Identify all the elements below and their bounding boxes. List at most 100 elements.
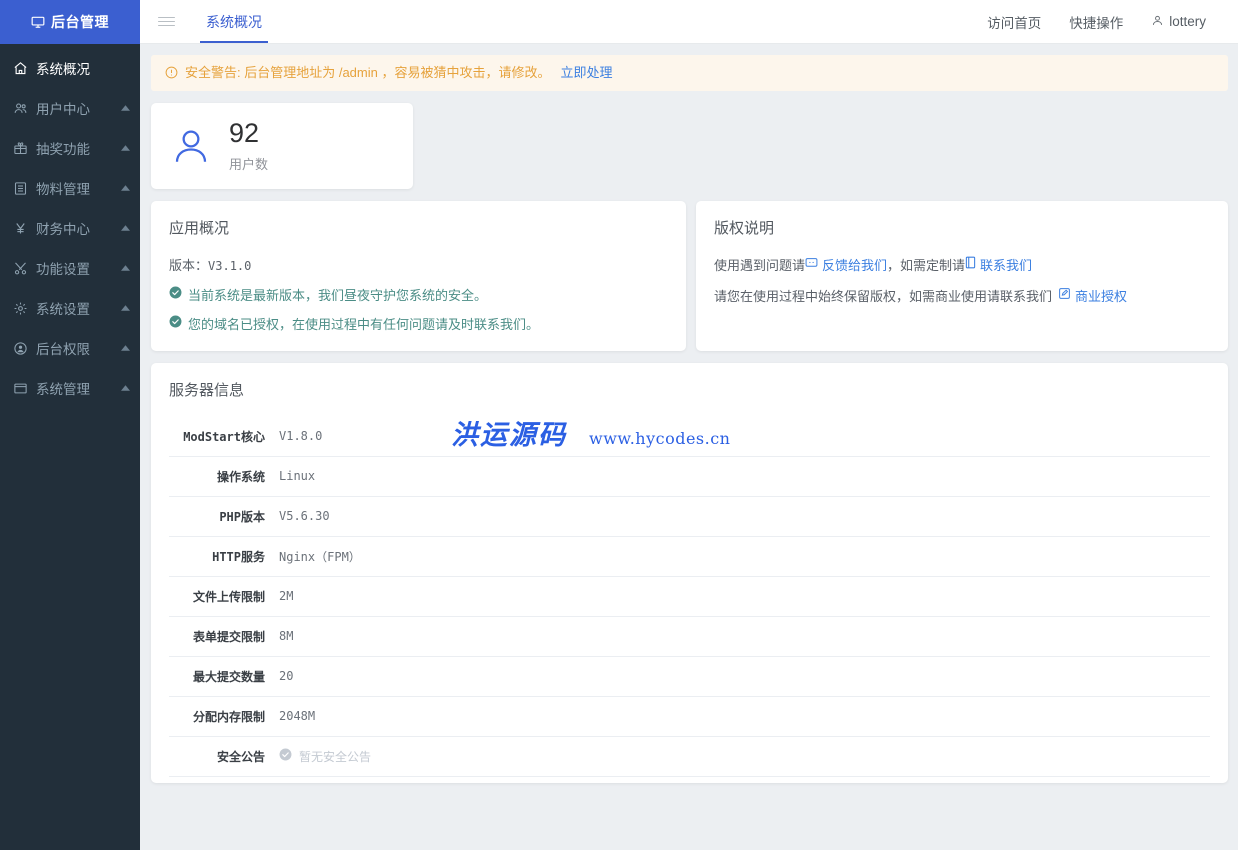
server-info-panel: 服务器信息 洪运源码 www.hycodes.cn ModStart核心 V1.… (151, 362, 1228, 783)
tab-bar: 系统概况 (192, 0, 276, 43)
table-row: 文件上传限制 2M (169, 576, 1210, 617)
quick-actions-link[interactable]: 快捷操作 (1055, 12, 1137, 32)
user-avatar-icon (169, 125, 213, 167)
app-overview-panel: 应用概况 版本：V3.1.0 当前系统是最新版本，我们昼夜守护您系统的安全。 您… (151, 200, 686, 351)
commercial-license-link[interactable]: 商业授权 (1058, 286, 1127, 305)
copyright-line-1: 使用遇到问题请 反馈给我们 ，如需定制请 联系我们 (714, 255, 1210, 274)
chevron-up-icon (120, 143, 130, 153)
users-icon (12, 101, 29, 116)
sidebar-item-system-management[interactable]: 系统管理 (0, 368, 140, 408)
warning-circle-icon (165, 66, 178, 79)
monitor-icon (31, 15, 45, 29)
row-value: 2M (279, 589, 294, 604)
copyright-middle: ，如需定制请 (887, 257, 966, 273)
sidebar-item-label: 财务中心 (36, 222, 90, 237)
table-row: 最大提交数量 20 (169, 656, 1210, 697)
status-line: 当前系统是最新版本，我们昼夜守护您系统的安全。 (169, 285, 668, 304)
version-value: V3.1.0 (208, 258, 252, 273)
sidebar-item-admin-permission[interactable]: 后台权限 (0, 328, 140, 368)
copyright-notice-text: 请您在使用过程中始终保留版权，如需商业使用请联系我们 (714, 288, 1053, 304)
alert-action-link[interactable]: 立即处理 (560, 65, 612, 81)
panels-row: 应用概况 版本：V3.1.0 当前系统是最新版本，我们昼夜守护您系统的安全。 您… (151, 200, 1228, 351)
row-value: V5.6.30 (279, 509, 330, 524)
row-key: 文件上传限制 (192, 589, 265, 604)
user-menu[interactable]: lottery (1137, 14, 1220, 30)
row-key: 操作系统 (216, 469, 265, 484)
contact-link[interactable]: 联系我们 (965, 255, 1032, 274)
server-info-table: ModStart核心 V1.8.0 操作系统 Linux PHP版本 V5.6.… (169, 417, 1210, 777)
tab-system-overview[interactable]: 系统概况 (192, 0, 276, 43)
sidebar-item-label: 系统管理 (36, 382, 90, 397)
sidebar-item-label: 用户中心 (36, 102, 90, 117)
feedback-link[interactable]: 反馈给我们 (805, 255, 887, 274)
row-key: 最大提交数量 (192, 669, 265, 684)
row-key: ModStart核心 (183, 429, 265, 444)
stat-row: 92 用户数 (151, 102, 1228, 201)
row-value: 2048M (279, 709, 316, 724)
stat-value: 92 (229, 117, 260, 148)
chevron-up-icon (120, 303, 130, 313)
chevron-up-icon (120, 103, 130, 113)
table-row: 表单提交限制 8M (169, 616, 1210, 657)
list-icon (12, 181, 29, 196)
sidebar-item-label: 系统设置 (36, 302, 90, 317)
table-row: 分配内存限制 2048M (169, 696, 1210, 737)
admin-dashboard: 后台管理 系统概况 用户中心 抽奖功能 物料管理 财务中心 功能设置 系统设置 … (0, 0, 1238, 850)
row-value: 20 (279, 669, 294, 684)
user-count-card[interactable]: 92 用户数 (151, 102, 413, 189)
sidebar-item-system-settings[interactable]: 系统设置 (0, 288, 140, 328)
brand-title: 后台管理 (51, 14, 109, 30)
table-row: 操作系统 Linux (169, 456, 1210, 497)
gear-icon (12, 301, 29, 316)
book-icon (965, 256, 976, 272)
sidebar-item-label: 功能设置 (36, 262, 90, 277)
sidebar-item-material[interactable]: 物料管理 (0, 168, 140, 208)
chevron-up-icon (120, 383, 130, 393)
chevron-up-icon (120, 183, 130, 193)
copyright-line-2: 请您在使用过程中始终保留版权，如需商业使用请联系我们 商业授权 (714, 286, 1210, 305)
hamburger-icon[interactable] (140, 0, 192, 43)
chevron-up-icon (120, 263, 130, 273)
copyright-prefix: 使用遇到问题请 (714, 257, 806, 273)
brand-logo[interactable]: 后台管理 (0, 0, 140, 44)
chat-icon (805, 257, 818, 272)
sidebar-item-lottery[interactable]: 抽奖功能 (0, 128, 140, 168)
user-circle-icon (12, 341, 29, 356)
sidebar-item-system-overview[interactable]: 系统概况 (0, 48, 140, 88)
tools-icon (12, 261, 29, 276)
alert-text: 安全警告: 后台管理地址为 /admin ，容易被猜中攻击，请修改。 (185, 65, 551, 80)
row-key: 分配内存限制 (192, 709, 265, 724)
stat-text-block: 92 用户数 (229, 117, 269, 173)
sidebar: 后台管理 系统概况 用户中心 抽奖功能 物料管理 财务中心 功能设置 系统设置 … (0, 0, 140, 850)
edit-square-icon (1058, 287, 1071, 303)
home-icon (12, 61, 29, 76)
sidebar-item-user-center[interactable]: 用户中心 (0, 88, 140, 128)
status-line: 您的域名已授权，在使用过程中有任何问题请及时联系我们。 (169, 314, 668, 333)
topnav-label: 快捷操作 (1069, 15, 1124, 31)
topbar: 系统概况 访问首页 快捷操作 lottery (140, 0, 1238, 44)
row-key: HTTP服务 (212, 549, 265, 564)
status-text: 您的域名已授权，在使用过程中有任何问题请及时联系我们。 (188, 316, 540, 332)
topbar-nav: 访问首页 快捷操作 lottery (973, 0, 1238, 43)
sidebar-menu: 系统概况 用户中心 抽奖功能 物料管理 财务中心 功能设置 系统设置 后台权限 … (0, 44, 140, 408)
topnav-label: 访问首页 (987, 15, 1042, 31)
security-alert: 安全警告: 后台管理地址为 /admin ，容易被猜中攻击，请修改。 立即处理 (151, 55, 1228, 91)
row-value: Nginx（FPM） (279, 549, 361, 564)
row-key: 表单提交限制 (192, 629, 265, 644)
row-key: 安全公告 (216, 749, 265, 764)
table-row: HTTP服务 Nginx（FPM） (169, 536, 1210, 577)
visit-homepage-link[interactable]: 访问首页 (973, 12, 1055, 32)
row-value: Linux (279, 469, 316, 484)
copyright-panel: 版权说明 使用遇到问题请 反馈给我们 ，如需定制请 联系我们 请您在使用过程中始… (696, 200, 1228, 351)
contact-link-label: 联系我们 (980, 257, 1033, 273)
stat-label: 用户数 (229, 156, 269, 172)
content-area: 安全警告: 后台管理地址为 /admin ，容易被猜中攻击，请修改。 立即处理 … (140, 44, 1238, 850)
sidebar-item-label: 系统概况 (36, 62, 90, 77)
sidebar-item-function-settings[interactable]: 功能设置 (0, 248, 140, 288)
sidebar-item-finance[interactable]: 财务中心 (0, 208, 140, 248)
feedback-link-label: 反馈给我们 (822, 257, 888, 273)
yen-icon (12, 221, 29, 236)
panel-title: 服务器信息 (169, 381, 245, 399)
row-value: V1.8.0 (279, 429, 323, 444)
